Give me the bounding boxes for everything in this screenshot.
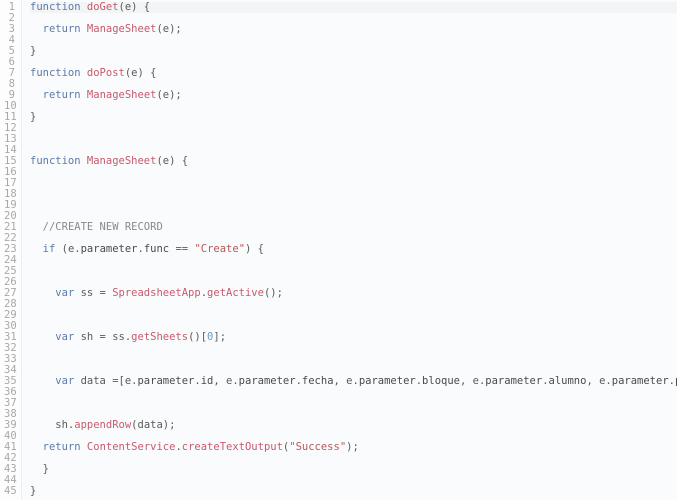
code-token: (e); xyxy=(156,89,181,101)
code-token: function xyxy=(30,155,81,167)
code-token: sh = ss. xyxy=(74,331,131,343)
line-number: 45 xyxy=(4,486,15,497)
code-token: data =[e. xyxy=(74,375,137,387)
code-line[interactable] xyxy=(30,167,677,178)
code-line[interactable]: } xyxy=(30,46,677,57)
code-line[interactable]: } xyxy=(30,464,677,475)
code-token: (e) { xyxy=(119,1,151,13)
code-token: parameter xyxy=(239,375,296,387)
code-token: return xyxy=(43,441,81,453)
code-token: parameter xyxy=(359,375,416,387)
code-token: var xyxy=(55,331,74,343)
code-token: id xyxy=(201,375,214,387)
code-line[interactable]: if (e.parameter.func == "Create") { xyxy=(30,244,677,255)
code-line[interactable]: function ManageSheet(e) { xyxy=(30,156,677,167)
code-line[interactable] xyxy=(30,200,677,211)
code-line[interactable] xyxy=(30,189,677,200)
code-token: return xyxy=(43,23,81,35)
code-token: SpreadsheetApp xyxy=(112,287,201,299)
code-token: ) { xyxy=(245,243,264,255)
code-line[interactable] xyxy=(30,299,677,310)
code-line[interactable] xyxy=(30,255,677,266)
code-line[interactable] xyxy=(30,310,677,321)
code-line[interactable]: return ContentService.createTextOutput("… xyxy=(30,442,677,453)
code-line[interactable] xyxy=(30,266,677,277)
code-token: function xyxy=(30,67,81,79)
code-line[interactable]: return ManageSheet(e); xyxy=(30,90,677,101)
code-token: ]; xyxy=(213,331,226,343)
code-line[interactable] xyxy=(30,453,677,464)
code-token: sh. xyxy=(30,419,74,431)
code-line[interactable]: sh.appendRow(data); xyxy=(30,420,677,431)
code-token: , e. xyxy=(334,375,359,387)
code-token: ContentService xyxy=(87,441,176,453)
code-line[interactable] xyxy=(30,178,677,189)
code-token: fecha xyxy=(302,375,334,387)
code-token: (e. xyxy=(55,243,80,255)
code-line[interactable] xyxy=(30,475,677,486)
code-token: , e. xyxy=(586,375,611,387)
code-line[interactable] xyxy=(30,101,677,112)
code-token: alumno xyxy=(549,375,587,387)
code-editor[interactable]: 1234567891011121314151617181920212223242… xyxy=(0,0,677,500)
code-token: func xyxy=(144,243,169,255)
code-token: ManageSheet xyxy=(87,89,157,101)
code-line[interactable]: function doGet(e) { xyxy=(30,2,677,13)
code-token: (data); xyxy=(131,419,175,431)
code-token: (); xyxy=(264,287,283,299)
code-token: function xyxy=(30,1,81,13)
code-token: if xyxy=(43,243,56,255)
code-token: (e); xyxy=(156,23,181,35)
code-token: } xyxy=(30,485,36,497)
code-token: "Success" xyxy=(289,441,346,453)
code-line[interactable]: } xyxy=(30,112,677,123)
code-line[interactable] xyxy=(30,123,677,134)
code-token: getSheets xyxy=(131,331,188,343)
code-token: ()[ xyxy=(188,331,207,343)
code-token: appendRow xyxy=(74,419,131,431)
code-token: ManageSheet xyxy=(87,155,157,167)
code-token: bloque xyxy=(422,375,460,387)
code-line[interactable] xyxy=(30,387,677,398)
code-line[interactable]: var ss = SpreadsheetApp.getActive(); xyxy=(30,288,677,299)
code-token: return xyxy=(43,89,81,101)
code-token: "Create" xyxy=(194,243,245,255)
code-token: ); xyxy=(346,441,359,453)
code-line[interactable]: //CREATE NEW RECORD xyxy=(30,222,677,233)
code-line[interactable]: return ManageSheet(e); xyxy=(30,24,677,35)
code-token: parameter xyxy=(612,375,669,387)
code-line[interactable]: var sh = ss.getSheets()[0]; xyxy=(30,332,677,343)
code-token: //CREATE NEW RECORD xyxy=(43,221,163,233)
code-token: (e) { xyxy=(156,155,188,167)
code-token: parameter xyxy=(485,375,542,387)
code-token: parameter xyxy=(81,243,138,255)
code-line[interactable] xyxy=(30,35,677,46)
code-token: ManageSheet xyxy=(87,23,157,35)
code-token: , e. xyxy=(213,375,238,387)
code-line[interactable] xyxy=(30,134,677,145)
code-area[interactable]: function doGet(e) { return ManageSheet(e… xyxy=(22,0,677,500)
code-token: ss = xyxy=(74,287,112,299)
code-token: doPost xyxy=(87,67,125,79)
code-token: , e. xyxy=(460,375,485,387)
code-token: var xyxy=(55,375,74,387)
code-line[interactable]: var data =[e.parameter.id, e.parameter.f… xyxy=(30,376,677,387)
code-line[interactable]: function doPost(e) { xyxy=(30,68,677,79)
code-line[interactable] xyxy=(30,354,677,365)
code-token: == xyxy=(169,243,194,255)
code-line[interactable] xyxy=(30,398,677,409)
code-token: createTextOutput xyxy=(182,441,283,453)
code-token: (e) { xyxy=(125,67,157,79)
line-number-gutter: 1234567891011121314151617181920212223242… xyxy=(0,0,22,500)
code-token: var xyxy=(55,287,74,299)
code-token: parameter xyxy=(137,375,194,387)
code-token: doGet xyxy=(87,1,119,13)
code-token: getActive xyxy=(207,287,264,299)
code-line[interactable]: } xyxy=(30,486,677,497)
code-line[interactable] xyxy=(30,343,677,354)
